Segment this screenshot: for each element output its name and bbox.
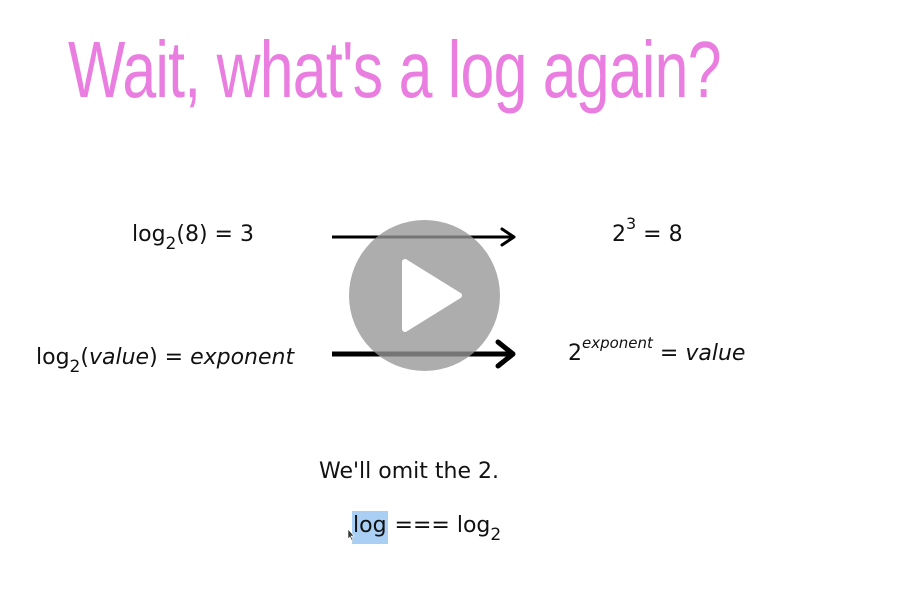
exponent-word: exponent <box>190 345 295 370</box>
log-general-formula: log2(value) = exponent <box>36 345 295 376</box>
log-prefix: log <box>36 345 70 370</box>
play-button[interactable] <box>349 220 500 371</box>
exponent-power: 3 <box>626 214 637 233</box>
exponent-result: = 8 <box>636 222 683 247</box>
log-prefix: log <box>132 222 166 247</box>
log-equivalence: log === log2 <box>352 511 501 544</box>
slide-title: Wait, what's a log again? <box>68 25 722 114</box>
exponent-base: 2 <box>568 341 582 366</box>
equivalence-rest: === log <box>387 513 491 538</box>
omit-note: We'll omit the 2. <box>319 459 499 484</box>
exponent-example-formula: 23 = 8 <box>612 216 683 248</box>
close-equals: ) = <box>149 345 191 370</box>
value-word: value <box>88 345 150 370</box>
log-argument-result: (8) = 3 <box>176 222 254 247</box>
text-cursor-icon <box>347 528 355 542</box>
exponent-general-formula: 2exponent = value <box>568 336 746 367</box>
equivalence-base: 2 <box>490 525 502 545</box>
log-base: 2 <box>165 234 177 254</box>
exponent-base: 2 <box>612 222 626 247</box>
selected-text[interactable]: log <box>352 511 388 544</box>
log-base: 2 <box>69 357 81 377</box>
exponent-power: exponent <box>582 334 653 352</box>
open-paren: ( <box>80 345 89 370</box>
value-word: value <box>685 341 746 366</box>
equals: = <box>652 341 686 366</box>
log-example-formula: log2(8) = 3 <box>132 222 254 253</box>
play-icon <box>402 259 462 332</box>
